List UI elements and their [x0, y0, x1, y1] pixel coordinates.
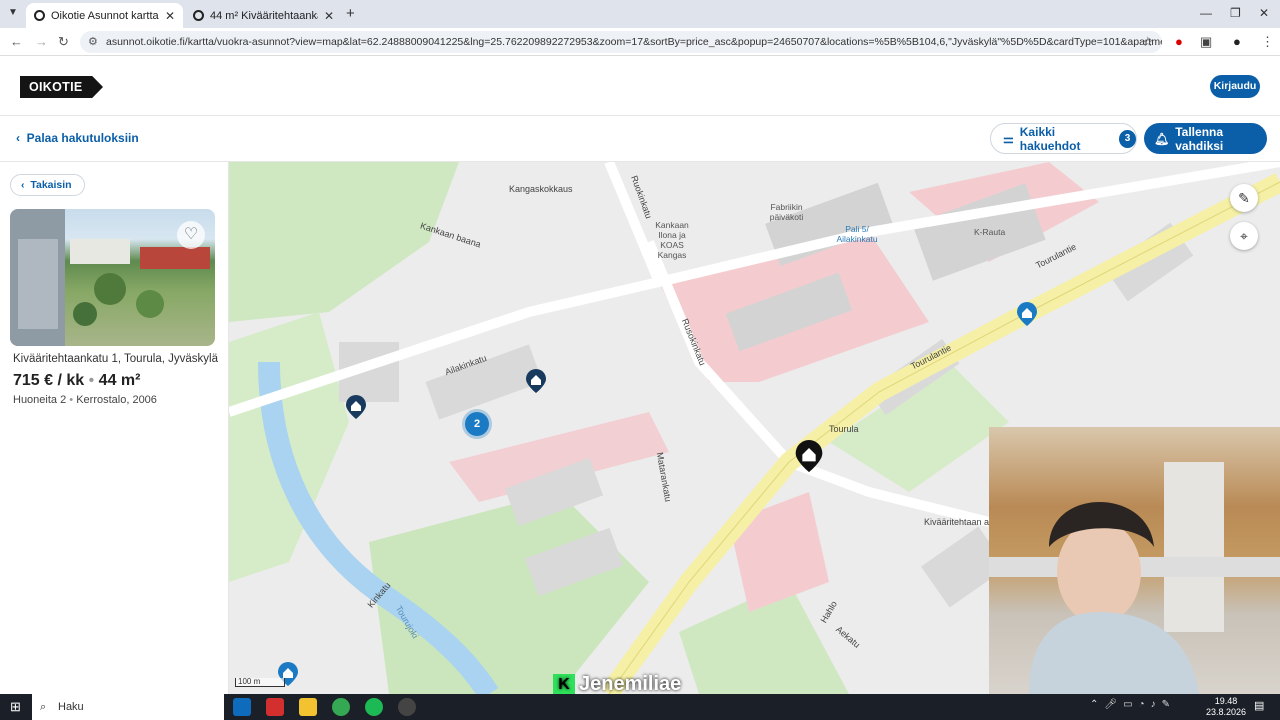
draw-area-pencil-icon[interactable]: ✎ — [1230, 184, 1258, 212]
reload-icon[interactable]: ↻ — [58, 34, 69, 50]
oikotie-logo[interactable]: OIKOTIE — [20, 76, 103, 98]
back-button[interactable]: ‹ Takaisin — [10, 174, 85, 196]
favicon-icon — [193, 10, 204, 21]
tab-listing[interactable]: 44 m² Kivääritehtaankatu 1, 40 ✕ — [185, 3, 342, 28]
map-scale: 100 m — [235, 678, 285, 687]
search-icon: ⌕ — [40, 701, 47, 713]
extension-icon[interactable]: ● — [1175, 34, 1183, 49]
menu-dots-icon[interactable]: ⋮ — [1261, 34, 1274, 50]
taskbar-clock[interactable]: 19.48 23.8.2026 — [1206, 696, 1246, 718]
forward-icon[interactable]: → — [35, 34, 48, 49]
browser-tab-bar: ▼ Oikotie Asunnot kartta ✕ 44 m² Kivääri… — [0, 0, 1280, 28]
spotify-icon[interactable] — [365, 698, 383, 716]
windows-start-icon[interactable]: ⊞ — [10, 699, 21, 715]
separator-dot: • — [88, 372, 99, 389]
listing-price: 715 € / kk • 44 m² — [13, 372, 141, 389]
restore-icon[interactable]: ❐ — [1230, 6, 1241, 20]
notifications-icon[interactable]: ▤ — [1254, 699, 1264, 712]
save-watch-button[interactable]: 🔔︎ Tallenna vahdiksi — [1144, 123, 1267, 154]
listing-pin-icon[interactable] — [526, 369, 546, 393]
all-filters-button[interactable]: ⚌ Kaikki hakuehdot 3 — [990, 123, 1137, 154]
close-tab-icon[interactable]: ✕ — [165, 9, 175, 23]
selected-listing-pin-icon[interactable] — [795, 440, 823, 472]
listing-pin-icon[interactable] — [346, 395, 366, 419]
address-bar[interactable]: ⚙ asunnot.oikotie.fi/kartta/vuokra-asunn… — [80, 31, 1162, 53]
stream-name-overlay: K Jenemiliae — [553, 673, 681, 696]
place-label: Kankaan Ilona ja KOAS Kangas — [655, 220, 689, 260]
bell-icon: 🔔︎ — [1154, 131, 1170, 146]
listing-cluster-marker[interactable]: 2 — [465, 412, 489, 436]
close-window-icon[interactable]: ✕ — [1259, 6, 1269, 20]
favorite-heart-icon[interactable]: ♡ — [177, 221, 205, 249]
chrome-icon[interactable] — [332, 698, 350, 716]
new-tab-icon[interactable]: + — [346, 5, 355, 22]
divider — [0, 115, 1280, 116]
listing-photo[interactable]: ♡ — [10, 209, 215, 346]
outlook-icon[interactable] — [233, 698, 251, 716]
browser-nav-bar: ← → ↻ ⚙ asunnot.oikotie.fi/kartta/vuokra… — [0, 28, 1280, 56]
place-label: K-Rauta — [974, 227, 1006, 237]
extensions-puzzle-icon[interactable]: ▣ — [1200, 34, 1212, 50]
minimize-icon[interactable]: — — [1200, 6, 1212, 20]
listing-address: Kivääritehtaankatu 1, Tourula, Jyväskylä — [13, 353, 218, 365]
listing-panel: ‹ Takaisin ♡ Kivääritehtaankatu 1, Touru… — [0, 162, 229, 694]
back-icon[interactable]: ← — [10, 34, 23, 49]
app-l-icon[interactable] — [266, 698, 284, 716]
site-info-icon[interactable]: ⚙ — [88, 31, 98, 53]
system-tray-icons[interactable]: ⌃🎤︎▭◔♪✎ — [1090, 699, 1176, 710]
login-button[interactable]: Kirjaudu — [1210, 75, 1260, 98]
file-explorer-icon[interactable] — [299, 698, 317, 716]
windows-taskbar: ⊞ ⌕ Haku ⌃🎤︎▭◔♪✎ 19.48 23.8.2026 ▤ — [0, 694, 1280, 720]
webcam-overlay — [989, 427, 1280, 694]
filter-count-badge: 3 — [1119, 129, 1136, 148]
bookmark-star-icon[interactable]: ☆ — [1142, 34, 1154, 50]
kick-logo-icon: K — [553, 673, 575, 696]
area-label: Tourula — [829, 424, 859, 434]
bus-stop-label: Pali 5/ Ailakinkatu — [836, 224, 878, 244]
tab-oikotie-map[interactable]: Oikotie Asunnot kartta ✕ — [26, 3, 183, 28]
listing-pin-icon[interactable] — [1017, 302, 1037, 326]
chevron-left-icon: ‹ — [16, 131, 27, 145]
taskbar-search[interactable]: ⌕ Haku — [32, 694, 224, 720]
webcam-feed-illustration — [989, 462, 1280, 694]
favicon-icon — [34, 10, 45, 21]
locate-me-icon[interactable]: ⌖ — [1230, 222, 1258, 250]
sliders-icon: ⚌ — [1003, 131, 1014, 146]
obs-icon[interactable] — [398, 698, 416, 716]
street-label: Kangaskokkaus — [509, 184, 573, 194]
tab-search-icon[interactable]: ▼ — [8, 7, 18, 18]
listing-meta: Huoneita 2 • Kerrostalo, 2006 — [13, 394, 157, 406]
close-tab-icon[interactable]: ✕ — [324, 9, 334, 23]
place-label: Fabriikin päiväkoti — [769, 202, 804, 222]
back-to-results-link[interactable]: ‹ Palaa hakutuloksiin — [16, 131, 139, 145]
chevron-left-icon: ‹ — [21, 179, 31, 191]
profile-avatar-icon[interactable]: ● — [1233, 34, 1241, 49]
